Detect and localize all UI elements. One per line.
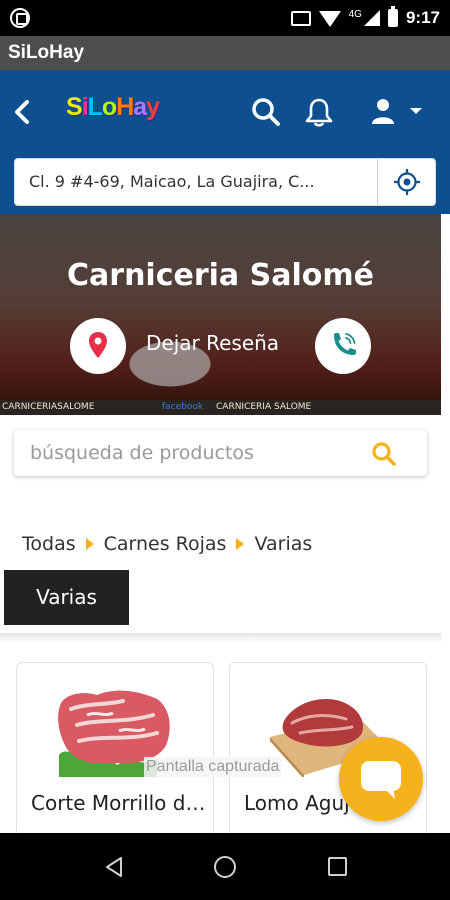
breadcrumb: Todas Carnes Rojas Varias bbox=[22, 530, 312, 558]
nav-back-icon[interactable] bbox=[103, 855, 125, 879]
logo-letter: o bbox=[101, 93, 117, 121]
leave-review-link[interactable]: Dejar Reseña bbox=[146, 331, 279, 355]
nav-home-icon[interactable] bbox=[214, 856, 236, 878]
chat-button[interactable] bbox=[339, 737, 423, 821]
silohay-logo[interactable]: SiLoHay bbox=[66, 93, 160, 122]
logo-letter: a bbox=[133, 93, 147, 121]
user-icon bbox=[372, 99, 422, 124]
product-name: Corte Morrillo de Res bbox=[31, 791, 206, 815]
signal-icon bbox=[363, 10, 380, 26]
product-search-button[interactable] bbox=[370, 440, 398, 468]
app-title-bar: SiLoHay bbox=[0, 36, 450, 70]
product-search-bar bbox=[14, 430, 427, 476]
user-menu-button[interactable] bbox=[368, 96, 428, 128]
caret-right-icon bbox=[236, 538, 245, 550]
phone-icon bbox=[334, 333, 356, 355]
screenshot-toast: Pantalla capturada bbox=[144, 757, 282, 777]
status-bar: 4G 9:17 bbox=[0, 0, 450, 36]
chat-bubble-icon bbox=[361, 761, 401, 799]
app-title: SiLoHay bbox=[8, 42, 85, 63]
back-button[interactable] bbox=[8, 94, 38, 130]
clock: 9:17 bbox=[405, 8, 440, 27]
map-pin-icon bbox=[89, 332, 107, 358]
breadcrumb-item-current[interactable]: Varias bbox=[254, 533, 312, 555]
network-type-label: 4G bbox=[348, 8, 362, 20]
store-name: Carniceria Salomé bbox=[67, 258, 374, 293]
locate-me-button[interactable] bbox=[379, 159, 435, 205]
back-arrow-icon bbox=[15, 100, 29, 124]
logo-letter: L bbox=[87, 93, 103, 121]
wifi-icon bbox=[318, 11, 341, 27]
search-icon bbox=[252, 98, 280, 126]
logo-letter: H bbox=[116, 93, 134, 121]
store-location-button[interactable] bbox=[70, 318, 126, 374]
breadcrumb-item-red-meats[interactable]: Carnes Rojas bbox=[104, 533, 227, 555]
breadcrumb-item-all[interactable]: Todas bbox=[22, 533, 76, 555]
bell-icon bbox=[305, 98, 333, 127]
chevron-down-icon bbox=[410, 108, 422, 114]
address-text: Cl. 9 #4-69, Maicao, La Guajira, C... bbox=[29, 172, 315, 191]
logo-letter: S bbox=[66, 93, 83, 121]
crosshair-location-icon bbox=[394, 169, 420, 195]
product-search-input[interactable] bbox=[30, 440, 370, 466]
banner-caption-left: CARNICERIASALOME bbox=[2, 402, 95, 412]
product-card[interactable]: Corte Morrillo de Res bbox=[16, 662, 214, 837]
nav-recent-apps-icon[interactable] bbox=[328, 857, 347, 876]
search-icon bbox=[372, 442, 396, 466]
app-notification-icon bbox=[10, 8, 30, 28]
status-icons: 4G 9:17 bbox=[290, 6, 440, 30]
call-store-button[interactable] bbox=[315, 318, 371, 374]
address-divider bbox=[377, 159, 378, 205]
battery-icon bbox=[387, 6, 398, 27]
cast-icon bbox=[290, 10, 311, 26]
address-field[interactable]: Cl. 9 #4-69, Maicao, La Guajira, C... bbox=[14, 158, 436, 206]
banner-caption-facebook: facebook bbox=[162, 402, 204, 412]
notifications-button[interactable] bbox=[303, 96, 335, 128]
search-button[interactable] bbox=[250, 96, 282, 128]
section-divider bbox=[0, 633, 441, 643]
logo-letter: y bbox=[146, 93, 160, 121]
category-tag[interactable]: Varias bbox=[4, 570, 129, 625]
banner-caption-right: CARNICERIA SALOME bbox=[216, 402, 312, 412]
caret-right-icon bbox=[85, 538, 94, 550]
store-banner bbox=[0, 214, 441, 415]
